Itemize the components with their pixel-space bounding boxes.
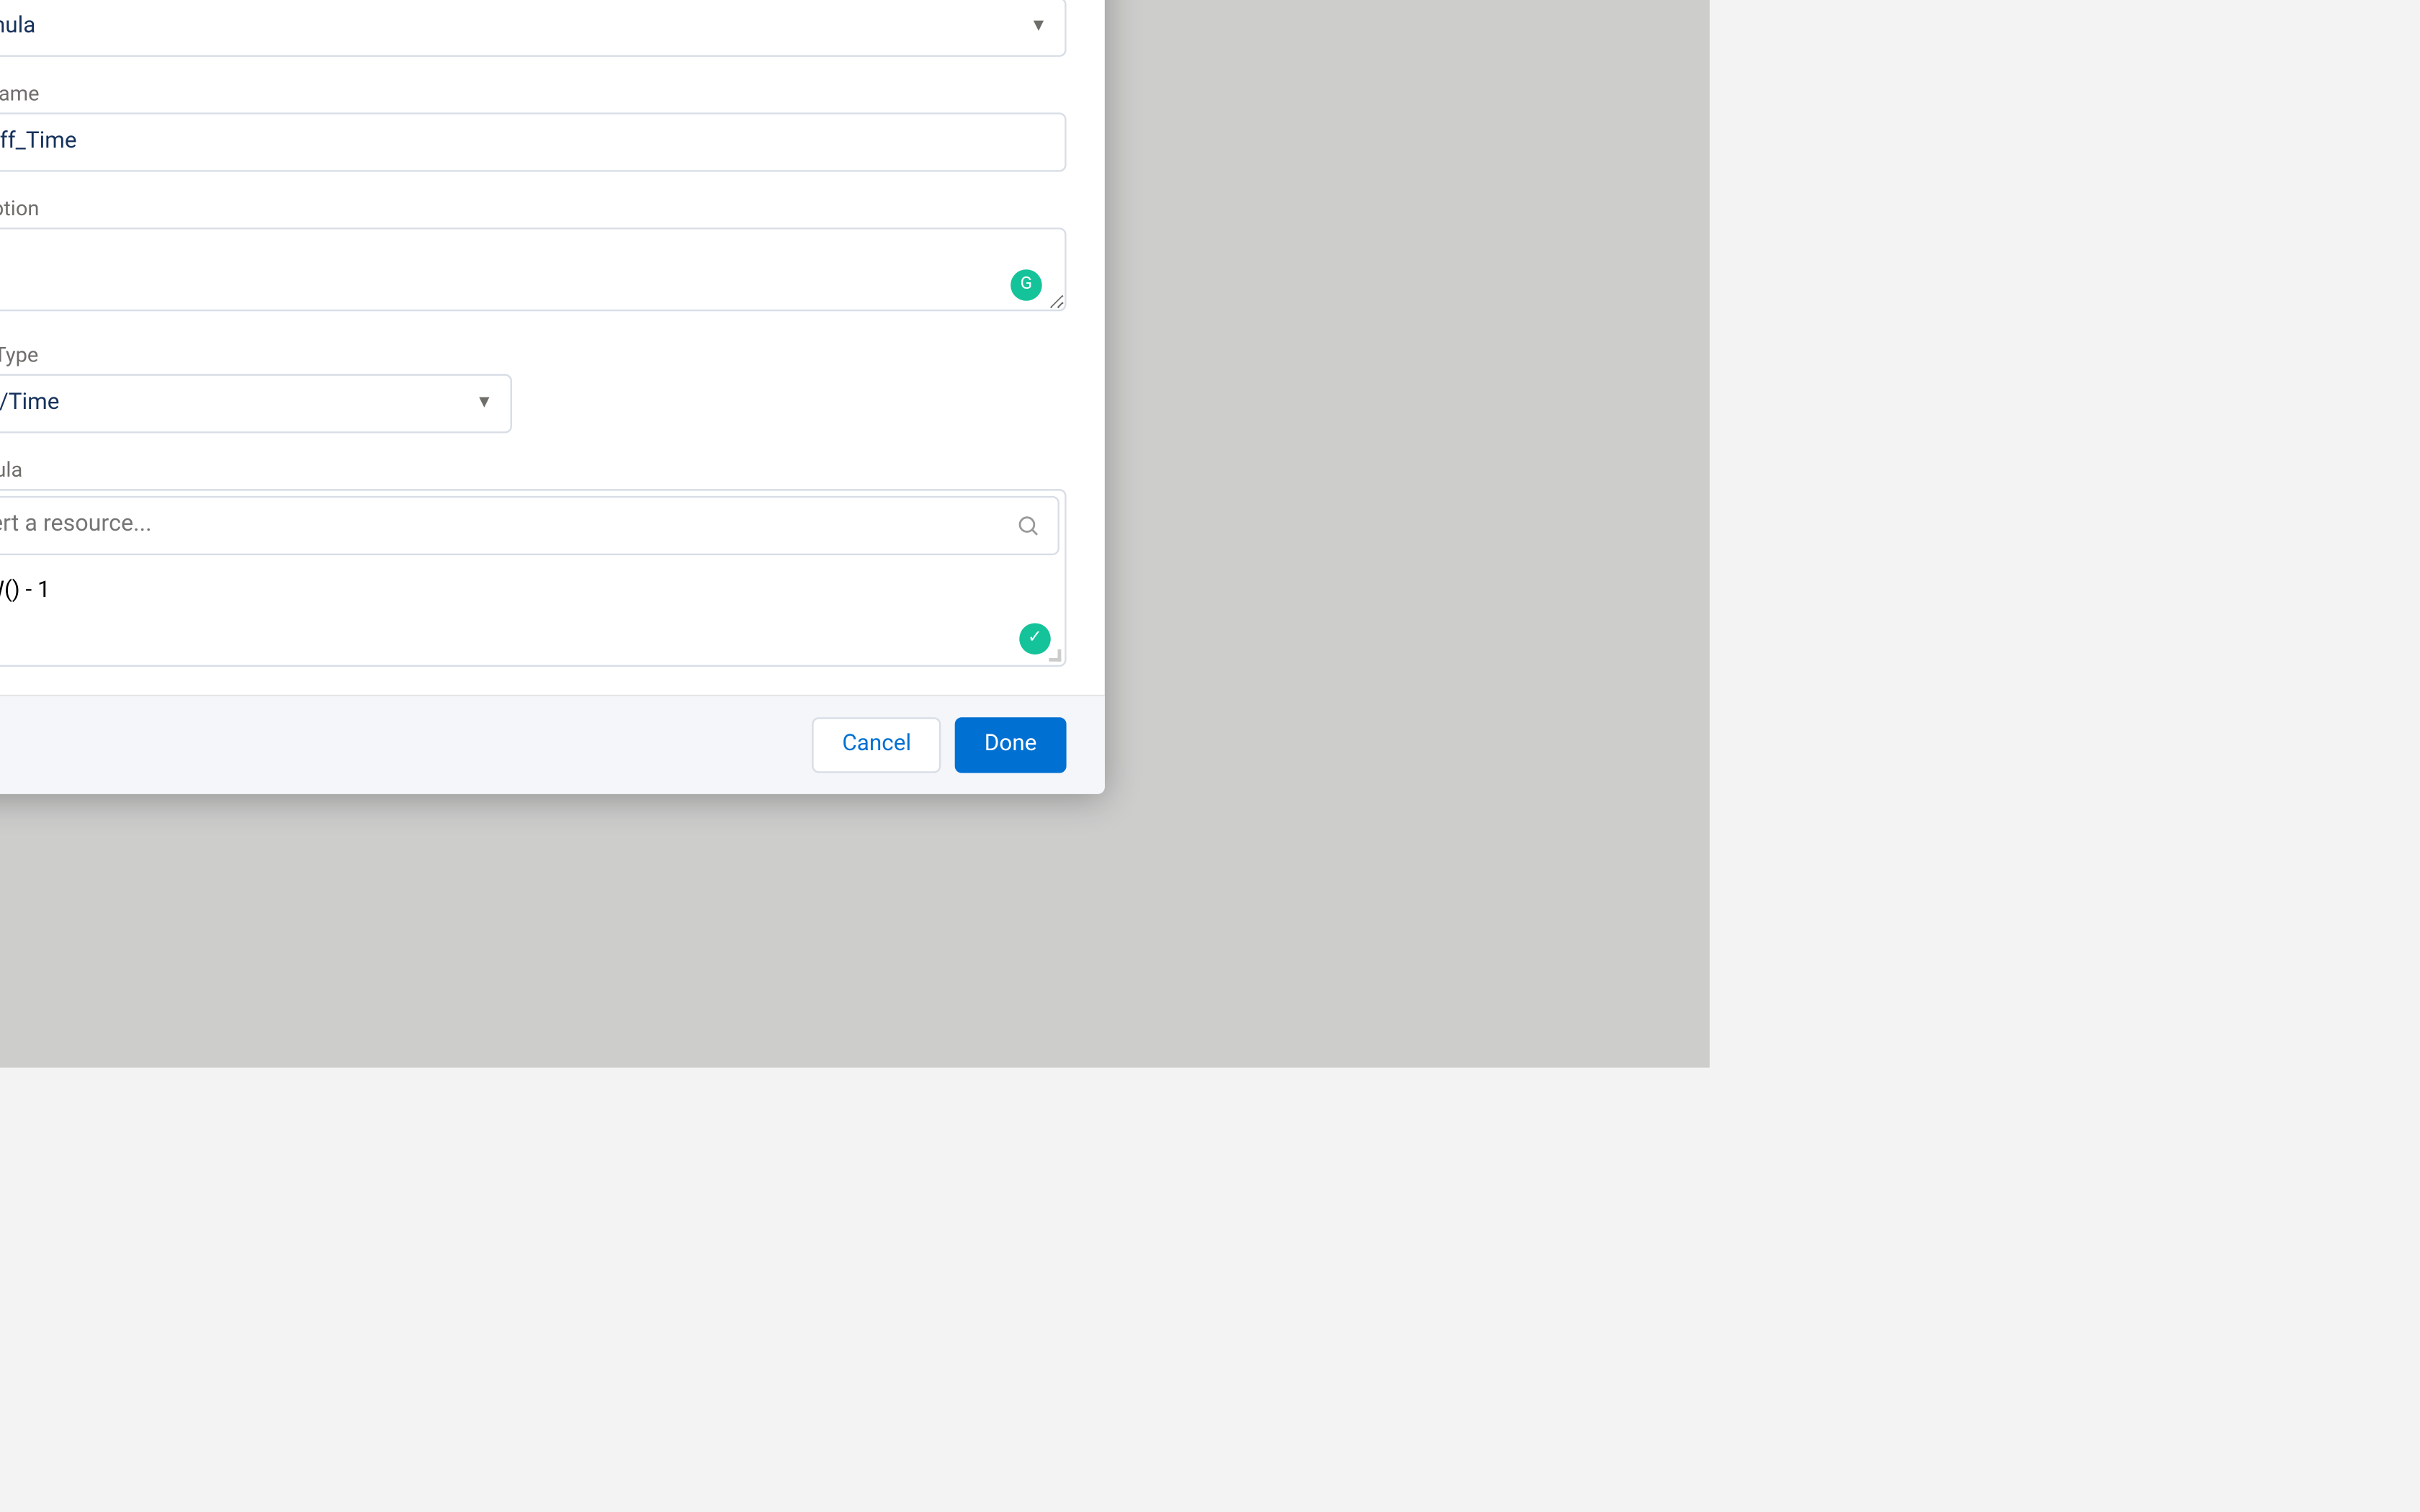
- search-icon: [1016, 513, 1040, 537]
- api-name-label: *API Name: [0, 81, 1067, 105]
- cancel-button[interactable]: Cancel: [812, 716, 941, 772]
- data-type-select[interactable]: Date/Time ▼: [0, 373, 512, 432]
- formula-body-text: NOW() - 1: [0, 577, 50, 603]
- resource-type-select[interactable]: Formula ▼: [0, 0, 1067, 56]
- formula-label: *Formula: [0, 456, 1067, 481]
- done-button[interactable]: Done: [955, 716, 1067, 772]
- resize-handle[interactable]: [1047, 647, 1061, 660]
- new-resource-modal: New Resource *Resource Type Formula ▼ *A…: [0, 0, 1105, 793]
- grammarly-icon: ✓: [1019, 622, 1051, 654]
- description-textarea[interactable]: [0, 227, 1067, 310]
- grammarly-icon: G: [1010, 269, 1042, 300]
- api-name-input[interactable]: [0, 112, 1067, 171]
- resource-type-value: Formula: [0, 13, 35, 39]
- formula-box: NOW() - 1 ✓: [0, 488, 1067, 666]
- chevron-down-icon: ▼: [1030, 17, 1047, 36]
- modal-footer: Cancel Done: [0, 694, 1105, 793]
- formula-editor[interactable]: NOW() - 1 ✓: [0, 559, 1065, 664]
- data-type-value: Date/Time: [0, 390, 59, 415]
- description-label: Description: [0, 195, 1067, 220]
- data-type-label: *Data Type: [0, 342, 1067, 366]
- chevron-down-icon: ▼: [475, 393, 493, 413]
- modal-container: ✕ New Resource *Resource Type Formula ▼ …: [0, 0, 1105, 793]
- formula-resource-search[interactable]: [0, 495, 1059, 554]
- formula-resource-input[interactable]: [0, 512, 1016, 538]
